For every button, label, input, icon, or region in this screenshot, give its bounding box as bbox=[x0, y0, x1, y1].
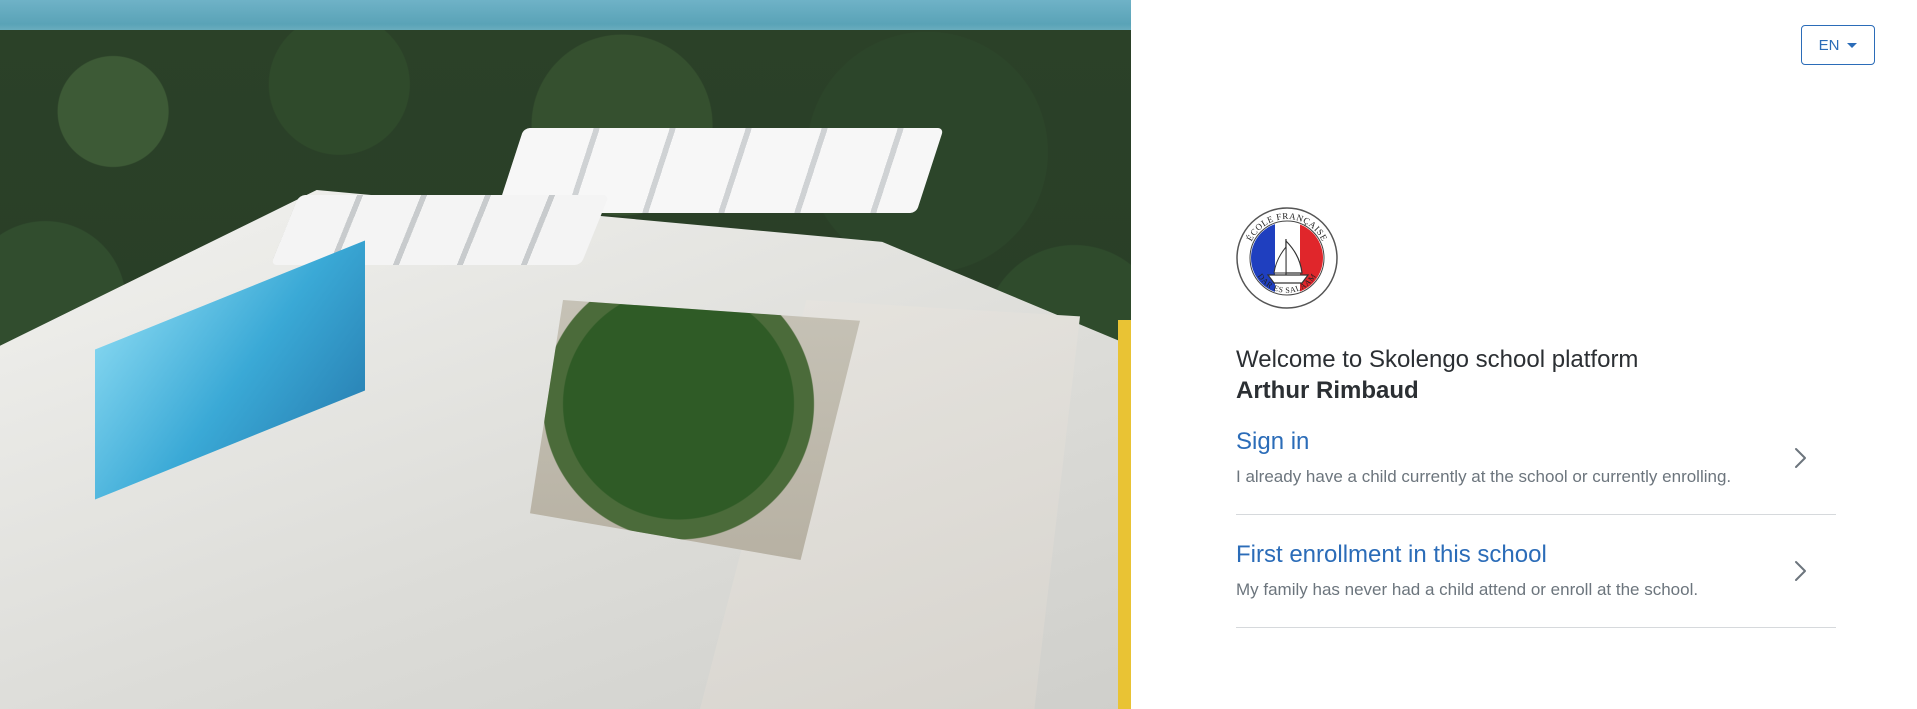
school-name: Arthur Rimbaud bbox=[1236, 377, 1419, 404]
yellow-wall bbox=[1118, 320, 1131, 709]
sign-in-link[interactable]: Sign in bbox=[1236, 428, 1309, 456]
language-label: EN bbox=[1818, 36, 1840, 54]
sign-in-description: I already have a child currently at the … bbox=[1236, 467, 1732, 486]
welcome-heading: Welcome to Skolengo school platform bbox=[1236, 346, 1639, 373]
first-enrollment-description: My family has never had a child attend o… bbox=[1236, 580, 1699, 599]
chevron-right-icon[interactable] bbox=[1790, 559, 1810, 583]
sign-in-option[interactable]: Sign in I already have a child currently… bbox=[1236, 402, 1836, 515]
first-enrollment-link[interactable]: First enrollment in this school bbox=[1236, 541, 1547, 569]
hero-image bbox=[0, 0, 1131, 709]
chevron-right-icon[interactable] bbox=[1790, 446, 1810, 470]
first-enrollment-option[interactable]: First enrollment in this school My famil… bbox=[1236, 515, 1836, 628]
caret-down-icon bbox=[1847, 43, 1858, 48]
language-selector[interactable]: EN bbox=[1801, 25, 1875, 65]
roof-canopy bbox=[270, 195, 610, 265]
school-logo: ÉCOLE FRANÇAISE DAR ES SALAAM bbox=[1236, 207, 1338, 309]
